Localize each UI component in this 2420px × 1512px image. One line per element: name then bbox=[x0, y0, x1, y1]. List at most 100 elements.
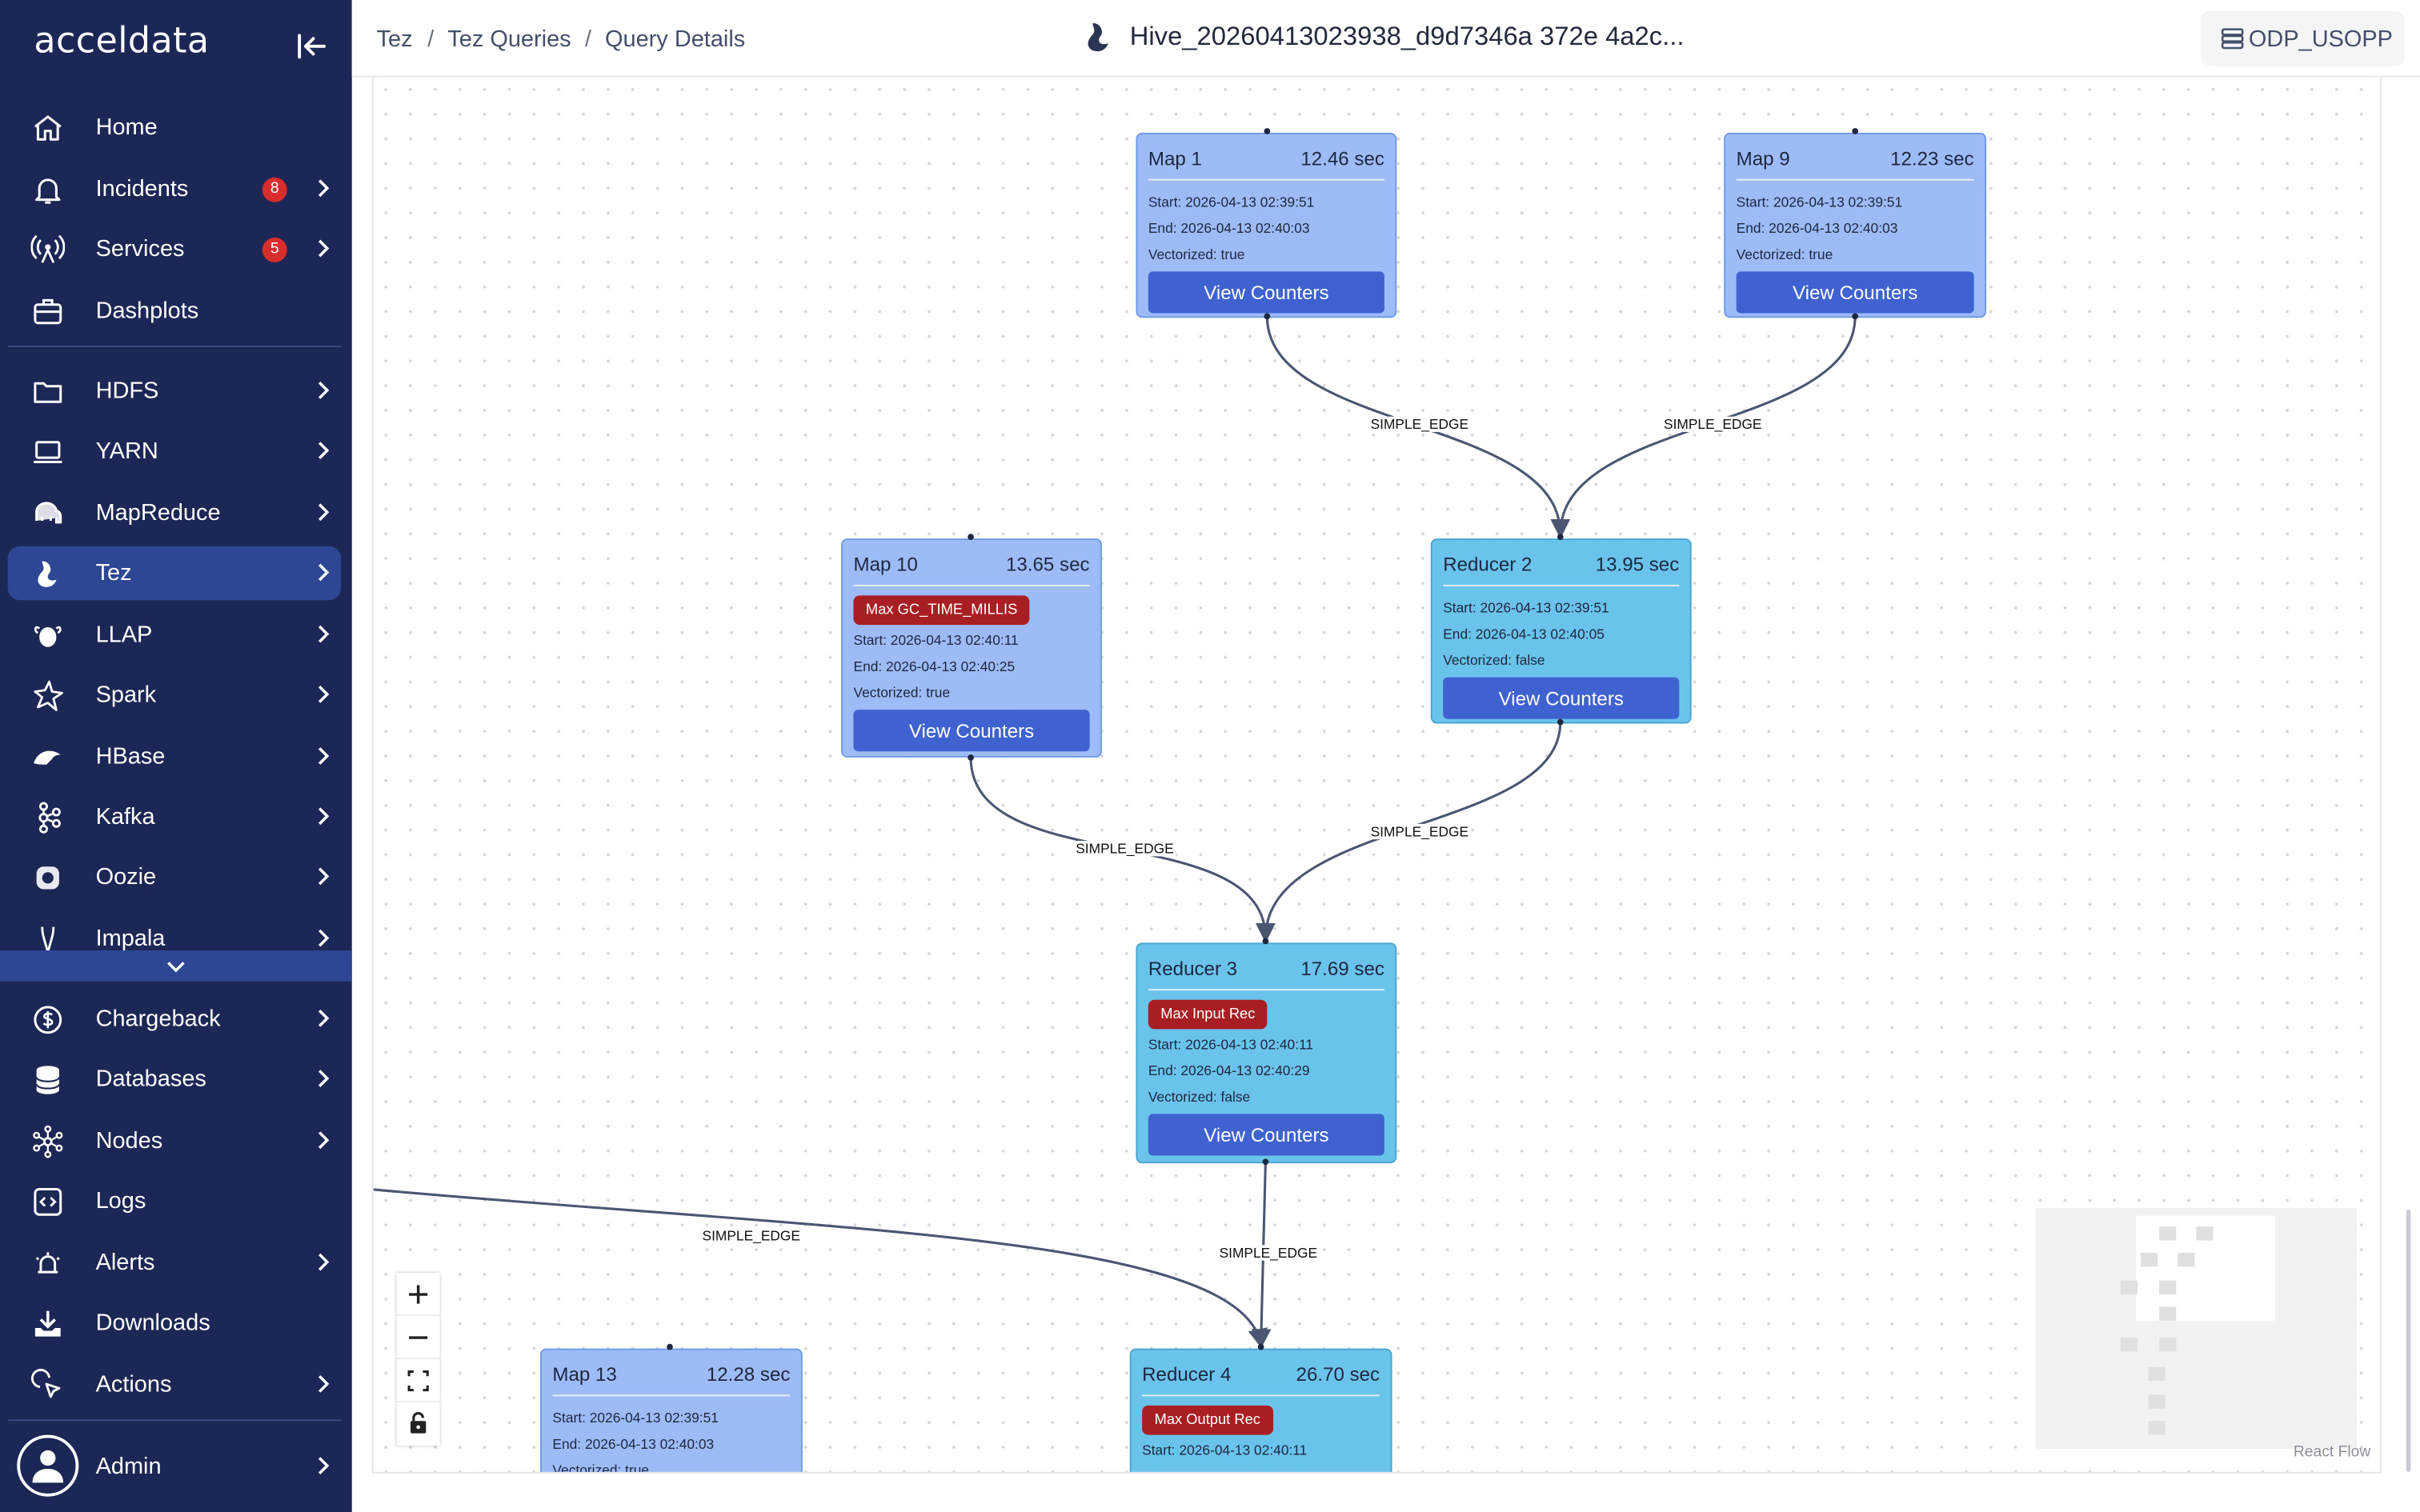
chevron-right-icon bbox=[312, 745, 334, 766]
admin-label: Admin bbox=[95, 1453, 162, 1480]
toggle-interactivity-button[interactable] bbox=[397, 1402, 440, 1446]
node-end: End: 2026-04-13 02:40:25 bbox=[853, 658, 1016, 674]
sidebar-item-databases[interactable]: Databases bbox=[8, 1052, 342, 1106]
zoom-out-button[interactable] bbox=[396, 1316, 440, 1360]
flow-minimap[interactable] bbox=[2035, 1208, 2357, 1449]
sidebar-item-label: Logs bbox=[95, 1187, 146, 1214]
top-header: Tez / Tez Queries / Query Details Hive_2… bbox=[351, 0, 2420, 78]
view-counters-button[interactable]: View Counters bbox=[1148, 271, 1384, 314]
dag-node-map-9[interactable]: Map 9 12.23 sec Start: 2026-04-13 02:39:5… bbox=[1724, 132, 1987, 318]
tez-icon bbox=[31, 557, 65, 590]
node-handle[interactable] bbox=[1852, 313, 1858, 320]
chevron-right-icon bbox=[312, 623, 334, 645]
oozie-icon bbox=[31, 861, 65, 894]
node-start: Start: 2026-04-13 02:39:51 bbox=[1736, 194, 1903, 210]
node-handle[interactable] bbox=[968, 754, 974, 761]
collapse-sidebar-icon[interactable] bbox=[293, 28, 330, 65]
sidebar-item-actions[interactable]: Actions bbox=[8, 1358, 342, 1412]
sidebar-item-chargeback[interactable]: Chargeback bbox=[8, 992, 342, 1046]
sidebar-item-label: Chargeback bbox=[95, 1006, 221, 1033]
node-vectorized: Vectorized: true bbox=[552, 1462, 650, 1474]
dag-node-reducer-3[interactable]: Reducer 3 17.69 sec Max Input Rec Start: … bbox=[1136, 942, 1397, 1164]
node-handle[interactable] bbox=[1262, 1158, 1269, 1166]
node-duration: 12.28 sec bbox=[706, 1363, 791, 1386]
breadcrumb-separator: / bbox=[584, 26, 591, 53]
node-handle[interactable] bbox=[1264, 128, 1271, 134]
node-handle[interactable] bbox=[667, 1343, 673, 1350]
code-icon bbox=[31, 1185, 65, 1218]
fit-view-button[interactable] bbox=[396, 1359, 440, 1403]
node-duration: 26.70 sec bbox=[1296, 1363, 1380, 1386]
sidebar-item-downloads[interactable]: Downloads bbox=[8, 1296, 342, 1350]
kafka-icon bbox=[31, 801, 65, 834]
folder-icon bbox=[31, 375, 65, 409]
expand-nav-button[interactable] bbox=[0, 950, 352, 982]
node-handle[interactable] bbox=[1557, 534, 1564, 540]
sidebar-item-oozie[interactable]: Oozie bbox=[8, 850, 342, 905]
node-duration: 13.65 sec bbox=[1006, 554, 1090, 576]
node-duration: 17.69 sec bbox=[1300, 958, 1384, 980]
view-counters-button[interactable]: View Counters bbox=[853, 710, 1090, 752]
breadcrumb-tez-queries[interactable]: Tez Queries bbox=[447, 26, 571, 53]
minimap-node bbox=[2159, 1306, 2177, 1321]
node-end: End: 2026-04-13 02:40:29 bbox=[1148, 1062, 1310, 1079]
nav-divider bbox=[7, 345, 342, 347]
node-handle[interactable] bbox=[1257, 1343, 1264, 1350]
sidebar-item-dashplots[interactable]: Dashplots bbox=[8, 284, 342, 338]
sidebar-item-label: Actions bbox=[95, 1371, 172, 1398]
dag-node-map-13[interactable]: Map 13 12.28 sec Start: 2026-04-13 02:39:… bbox=[539, 1348, 803, 1474]
view-counters-button[interactable]: View Counters bbox=[1736, 271, 1974, 314]
minimap-node bbox=[2159, 1280, 2177, 1295]
sidebar-item-home[interactable]: Home bbox=[8, 100, 342, 154]
sidebar-item-services[interactable]: Services 5 bbox=[8, 222, 342, 276]
sidebar-item-yarn[interactable]: YARN bbox=[8, 424, 342, 478]
sidebar-item-admin[interactable]: Admin bbox=[8, 1439, 342, 1494]
breadcrumb-tez[interactable]: Tez bbox=[377, 26, 413, 53]
sidebar-item-spark[interactable]: Spark bbox=[8, 668, 342, 722]
dag-node-map-10[interactable]: Map 10 13.65 sec Max GC_TIME_MILLIS Start… bbox=[841, 538, 1102, 758]
acceldata-logo[interactable]: acceldata bbox=[34, 22, 209, 62]
node-end: End: 2026-04-13 02:40:05 bbox=[1443, 626, 1605, 642]
sidebar-item-hbase[interactable]: HBase bbox=[8, 730, 342, 783]
sidebar-item-llap[interactable]: LLAP bbox=[8, 608, 342, 662]
view-counters-button[interactable]: View Counters bbox=[1148, 1114, 1384, 1156]
sidebar-item-label: Alerts bbox=[95, 1250, 155, 1276]
max-output-rec-badge: Max Output Rec bbox=[1142, 1405, 1273, 1435]
node-handle[interactable] bbox=[1264, 313, 1271, 320]
chevron-right-icon bbox=[312, 178, 334, 199]
node-name: Map 1 bbox=[1148, 148, 1202, 170]
minimap-node bbox=[2159, 1338, 2177, 1352]
sidebar-item-logs[interactable]: Logs bbox=[8, 1174, 342, 1228]
dag-node-reducer-4[interactable]: Reducer 4 26.70 sec Max Output Rec Start:… bbox=[1129, 1348, 1392, 1472]
services-count-badge: 5 bbox=[262, 237, 287, 262]
node-handle[interactable] bbox=[1262, 938, 1269, 945]
chevron-down-icon bbox=[166, 962, 185, 973]
view-counters-button[interactable]: View Counters bbox=[1443, 677, 1680, 719]
react-flow-attribution[interactable]: React Flow bbox=[2294, 1444, 2370, 1461]
sidebar-item-tez[interactable]: Tez bbox=[7, 546, 342, 601]
sidebar-item-incidents[interactable]: Incidents 8 bbox=[8, 162, 342, 215]
node-vectorized: Vectorized: true bbox=[1148, 246, 1245, 262]
chevron-right-icon bbox=[312, 927, 334, 949]
minus-icon bbox=[409, 1336, 428, 1339]
sidebar-item-kafka[interactable]: Kafka bbox=[8, 790, 342, 844]
dag-node-map-1[interactable]: Map 1 12.46 sec Start: 2026-04-13 02:39:5… bbox=[1136, 132, 1397, 318]
sidebar-item-mapreduce[interactable]: MapReduce bbox=[8, 486, 342, 539]
sidebar-item-alerts[interactable]: Alerts bbox=[8, 1236, 342, 1290]
chevron-right-icon bbox=[312, 440, 334, 462]
sidebar-item-nodes[interactable]: Nodes bbox=[8, 1114, 342, 1167]
query-dag-canvas[interactable]: SIMPLE_EDGE SIMPLE_EDGE SIMPLE_EDGE SIMP… bbox=[371, 77, 2382, 1474]
node-start: Start: 2026-04-13 02:40:11 bbox=[853, 632, 1019, 648]
sidebar-item-hdfs[interactable]: HDFS bbox=[8, 364, 342, 418]
sidebar-item-label: Dashplots bbox=[95, 298, 199, 324]
node-handle[interactable] bbox=[968, 534, 974, 540]
node-handle[interactable] bbox=[1852, 128, 1858, 134]
node-handle[interactable] bbox=[1557, 718, 1564, 726]
cluster-selector-button[interactable]: ODP_USOPP bbox=[2201, 10, 2405, 66]
dag-node-reducer-2[interactable]: Reducer 2 13.95 sec Start: 2026-04-13 02:… bbox=[1430, 538, 1692, 724]
chevron-right-icon bbox=[312, 1455, 334, 1477]
scrollbar-thumb[interactable] bbox=[2406, 1209, 2411, 1472]
breadcrumb-separator: / bbox=[427, 26, 435, 53]
page-title: Hive_20260413023938_d9d7346a 372e 4a2c..… bbox=[1129, 21, 1685, 51]
zoom-in-button[interactable] bbox=[396, 1273, 440, 1317]
